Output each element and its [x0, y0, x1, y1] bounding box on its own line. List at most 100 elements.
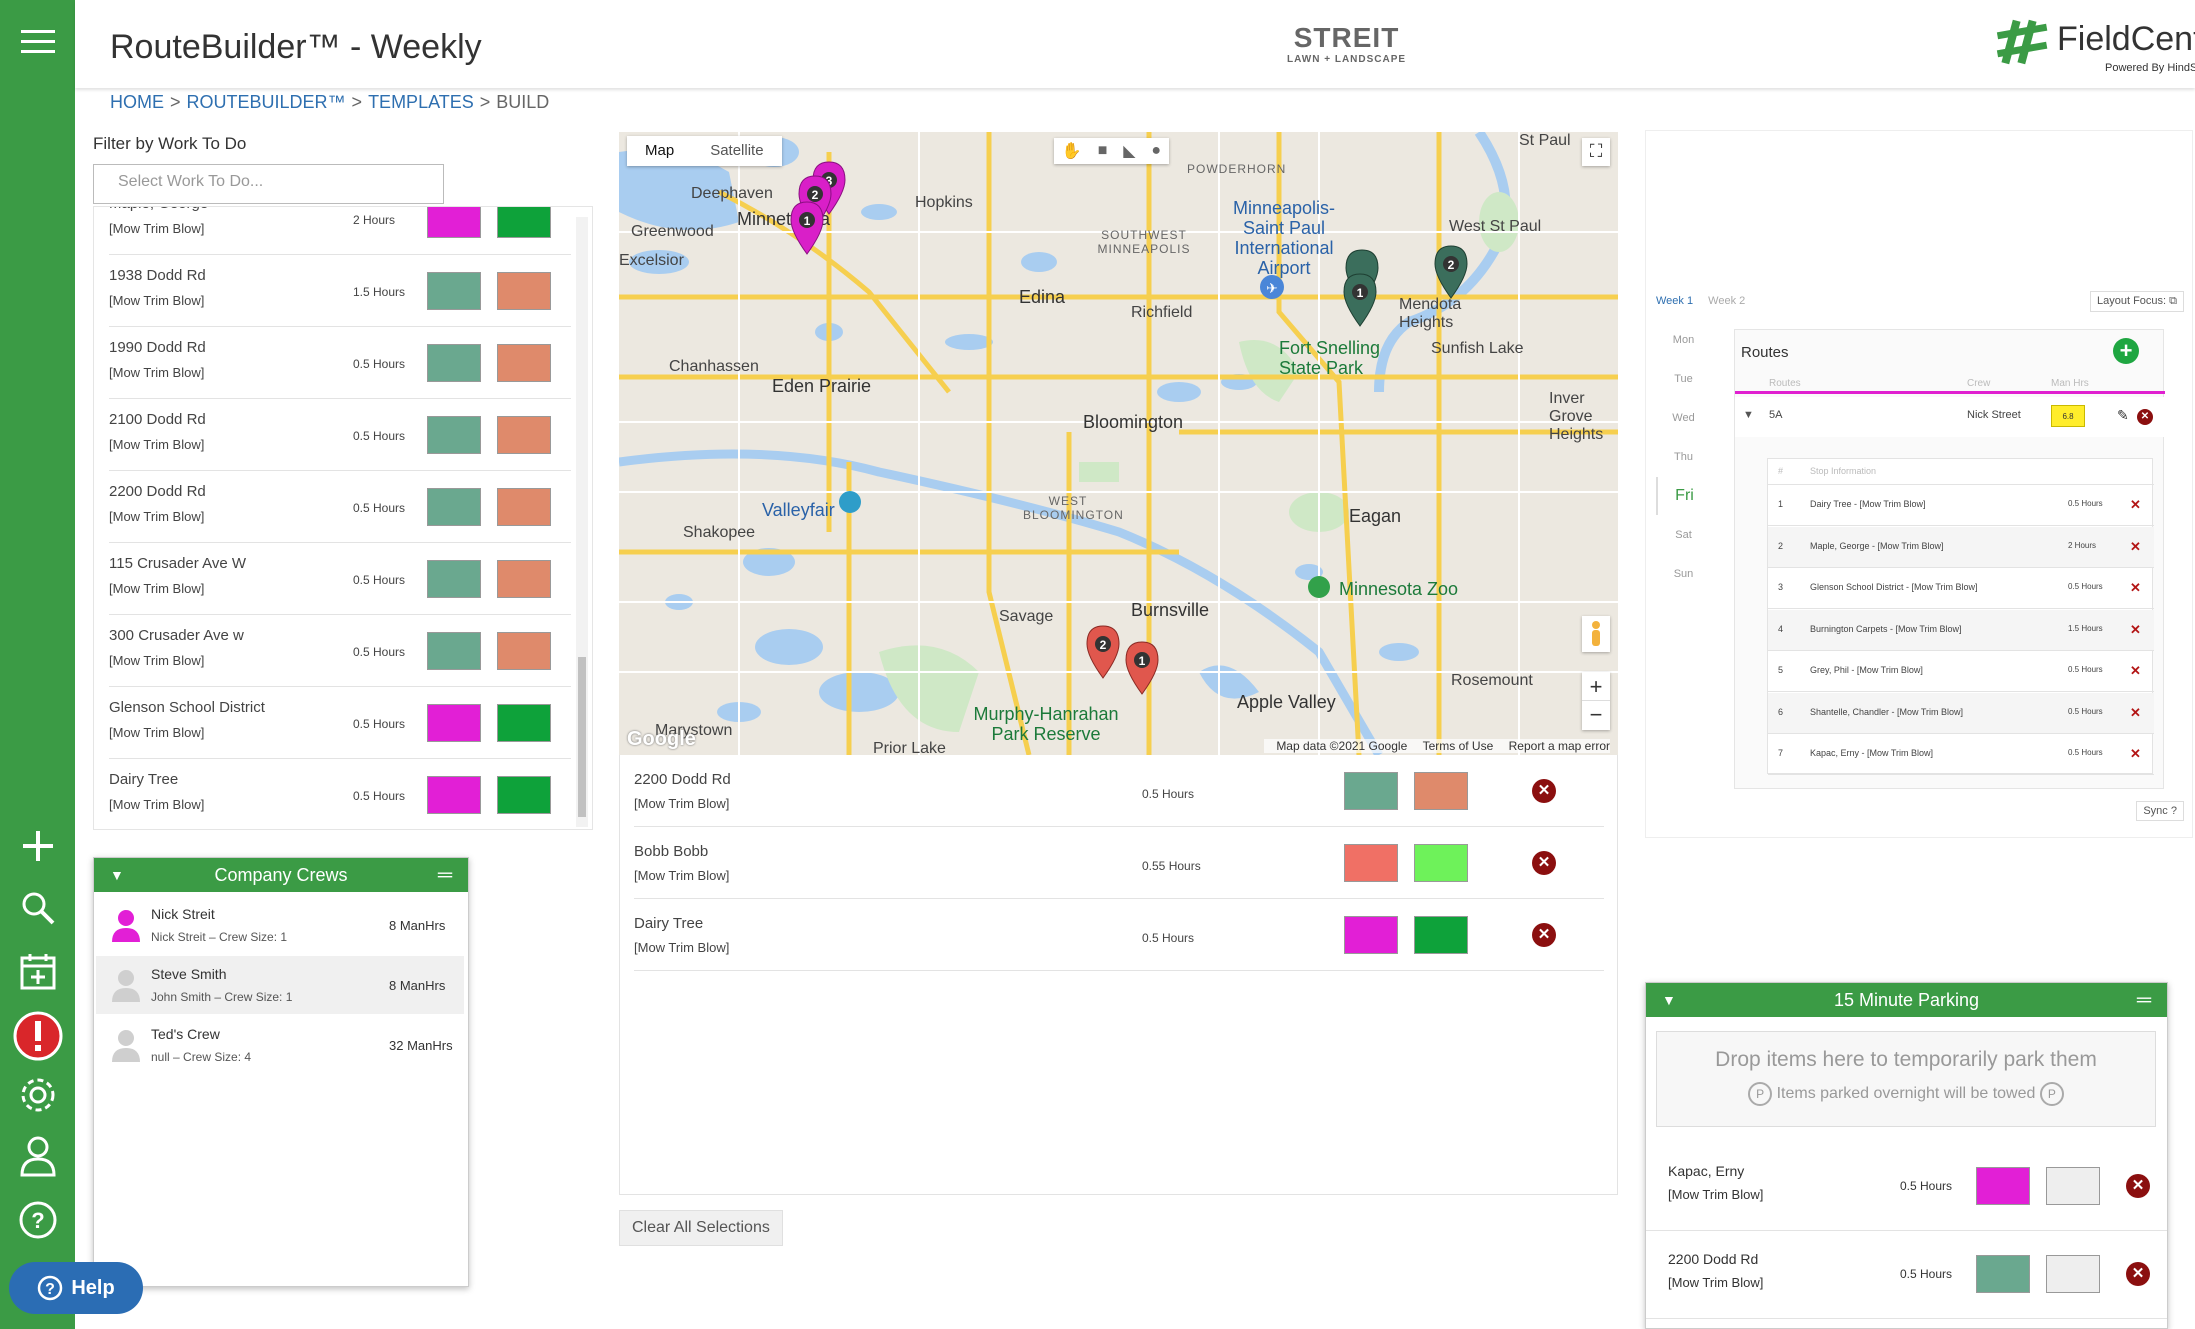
color-swatch-primary[interactable]: [1344, 916, 1398, 954]
help-button[interactable]: ? Help: [9, 1262, 143, 1314]
color-swatch-primary[interactable]: [427, 776, 481, 814]
color-swatch-secondary[interactable]: [497, 416, 551, 454]
route-stop-row[interactable]: 5 Grey, Phil - [Mow Trim Blow] 0.5 Hours ✕: [1768, 651, 2154, 692]
color-swatch-secondary[interactable]: [2046, 1255, 2100, 1293]
circle-icon[interactable]: ●: [1151, 142, 1161, 160]
color-swatch-primary[interactable]: [427, 207, 481, 238]
selected-stop-row[interactable]: Dairy Tree [Mow Trim Blow] 0.5 Hours ✕: [634, 899, 1604, 971]
color-swatch-primary[interactable]: [427, 272, 481, 310]
route-map[interactable]: Deephaven Minnetonka Hopkins Greenwood E…: [619, 132, 1618, 755]
route-row[interactable]: ▼ 5A Nick Street 6.8 ✎ ✕: [1735, 397, 2165, 437]
drag-handle-icon[interactable]: ═: [438, 858, 452, 892]
breadcrumb-templates[interactable]: TEMPLATES: [368, 92, 474, 112]
color-swatch-primary[interactable]: [427, 632, 481, 670]
pegman-icon[interactable]: [1582, 616, 1610, 652]
help-circle-icon[interactable]: ?: [0, 1198, 75, 1242]
route-stop-row[interactable]: 7 Kapac, Erny - [Mow Trim Blow] 0.5 Hours ✕: [1768, 734, 2154, 775]
job-row[interactable]: 115 Crusader Ave W [Mow Trim Blow] 0.5 Hou…: [109, 543, 571, 615]
search-icon[interactable]: [0, 888, 75, 928]
remove-stop-icon[interactable]: ✕: [1532, 851, 1556, 875]
color-swatch-primary[interactable]: [1344, 772, 1398, 810]
calendar-add-icon[interactable]: [0, 950, 75, 992]
remove-stop-icon[interactable]: ✕: [2130, 746, 2141, 762]
remove-parked-icon[interactable]: ✕: [2126, 1174, 2150, 1198]
collapse-icon[interactable]: ▼: [1662, 983, 1676, 1017]
zoom-in-icon[interactable]: +: [1582, 672, 1610, 701]
color-swatch-primary[interactable]: [1976, 1167, 2030, 1205]
color-swatch-secondary[interactable]: [497, 776, 551, 814]
tab-week-2[interactable]: Week 2: [1708, 295, 1745, 307]
job-row[interactable]: 2200 Dodd Rd [Mow Trim Blow] 0.5 Hours: [109, 471, 571, 543]
zoom-out-icon[interactable]: −: [1582, 701, 1610, 730]
breadcrumb-routebuilder[interactable]: ROUTEBUILDER™: [187, 92, 346, 112]
remove-stop-icon[interactable]: ✕: [2130, 539, 2141, 555]
remove-stop-icon[interactable]: ✕: [2130, 622, 2141, 638]
tab-day[interactable]: Wed: [1656, 399, 1711, 437]
remove-parked-icon[interactable]: ✕: [2126, 1262, 2150, 1286]
alert-icon[interactable]: [0, 1010, 75, 1062]
color-swatch-primary[interactable]: [427, 560, 481, 598]
polygon-icon[interactable]: ◣: [1123, 141, 1135, 161]
parked-item-row[interactable]: 2200 Dodd Rd [Mow Trim Blow] 0.5 Hours ✕: [1646, 1233, 2167, 1319]
tab-day[interactable]: Mon: [1656, 321, 1711, 359]
report-error-link[interactable]: Report a map error: [1509, 739, 1610, 753]
color-swatch-secondary[interactable]: [1414, 844, 1468, 882]
job-list-scrollbar[interactable]: [576, 217, 588, 827]
color-swatch-primary[interactable]: [427, 704, 481, 742]
color-swatch-secondary[interactable]: [497, 488, 551, 526]
job-row[interactable]: 2100 Dodd Rd [Mow Trim Blow] 0.5 Hours: [109, 399, 571, 471]
remove-stop-icon[interactable]: ✕: [2130, 705, 2141, 721]
collapse-icon[interactable]: ▼: [110, 858, 124, 892]
color-swatch-primary[interactable]: [427, 344, 481, 382]
route-stop-row[interactable]: 1 Dairy Tree - [Mow Trim Blow] 0.5 Hours ✕: [1768, 485, 2154, 526]
add-icon[interactable]: [0, 826, 75, 866]
route-stop-row[interactable]: 6 Shantelle, Chandler - [Mow Trim Blow] 0.…: [1768, 692, 2154, 734]
edit-icon[interactable]: ✎: [2117, 407, 2129, 424]
crew-row[interactable]: Nick Streit Nick Streit – Crew Size: 1 8 M…: [96, 896, 464, 954]
remove-stop-icon[interactable]: ✕: [2130, 497, 2141, 513]
selected-stop-row[interactable]: 2200 Dodd Rd [Mow Trim Blow] 0.5 Hours ✕: [634, 755, 1604, 827]
color-swatch-secondary[interactable]: [497, 207, 551, 238]
parked-item-row[interactable]: Kapac, Erny [Mow Trim Blow] 0.5 Hours ✕: [1646, 1145, 2167, 1231]
route-stop-row[interactable]: 4 Burnington Carpets - [Mow Trim Blow] 1.5…: [1768, 609, 2154, 651]
tab-week-1[interactable]: Week 1: [1656, 295, 1693, 307]
gear-icon[interactable]: [0, 1074, 75, 1116]
rectangle-icon[interactable]: ■: [1098, 142, 1108, 160]
color-swatch-primary[interactable]: [1344, 844, 1398, 882]
sync-button[interactable]: Sync ?: [2136, 801, 2184, 821]
color-swatch-secondary[interactable]: [1414, 916, 1468, 954]
tab-day[interactable]: Sat: [1656, 516, 1711, 554]
breadcrumb-home[interactable]: HOME: [110, 92, 164, 112]
crew-row[interactable]: Ted's Crew null – Crew Size: 4 32 ManHrs: [96, 1016, 464, 1074]
tab-day[interactable]: Sun: [1656, 555, 1711, 593]
color-swatch-secondary[interactable]: [497, 344, 551, 382]
tab-day[interactable]: Fri: [1656, 477, 1711, 515]
color-swatch-secondary[interactable]: [497, 272, 551, 310]
pin-red[interactable]: 1: [1125, 641, 1159, 695]
route-stop-row[interactable]: 3 Glenson School District - [Mow Trim Blo…: [1768, 568, 2154, 609]
color-swatch-primary[interactable]: [427, 488, 481, 526]
terms-link[interactable]: Terms of Use: [1423, 739, 1494, 753]
tab-day[interactable]: Tue: [1656, 360, 1711, 398]
hamburger-menu-icon[interactable]: [0, 22, 75, 62]
color-swatch-primary[interactable]: [427, 416, 481, 454]
job-row[interactable]: Glenson School District [Mow Trim Blow] 0.…: [109, 687, 571, 759]
scroll-thumb[interactable]: [578, 657, 586, 817]
pin-magenta[interactable]: 1: [790, 201, 824, 255]
job-row[interactable]: 1938 Dodd Rd [Mow Trim Blow] 1.5 Hours: [109, 255, 571, 327]
clear-selections-button[interactable]: Clear All Selections: [619, 1210, 783, 1246]
delete-route-icon[interactable]: ✕: [2137, 409, 2153, 425]
color-swatch-primary[interactable]: [1976, 1255, 2030, 1293]
drag-handle-icon[interactable]: ═: [2137, 983, 2151, 1017]
map-tab-map[interactable]: Map: [627, 136, 692, 166]
fullscreen-icon[interactable]: ⛶: [1582, 138, 1610, 166]
parking-drop-zone[interactable]: Drop items here to temporarily park them…: [1656, 1031, 2156, 1127]
job-row[interactable]: 300 Crusader Ave w [Mow Trim Blow] 0.5 Hou…: [109, 615, 571, 687]
pin-red[interactable]: 2: [1086, 625, 1120, 679]
color-swatch-secondary[interactable]: [1414, 772, 1468, 810]
color-swatch-secondary[interactable]: [497, 632, 551, 670]
remove-stop-icon[interactable]: ✕: [1532, 923, 1556, 947]
remove-stop-icon[interactable]: ✕: [2130, 580, 2141, 596]
job-row[interactable]: Dairy Tree [Mow Trim Blow] 0.5 Hours: [109, 759, 571, 829]
tab-day[interactable]: Thu: [1656, 438, 1711, 476]
